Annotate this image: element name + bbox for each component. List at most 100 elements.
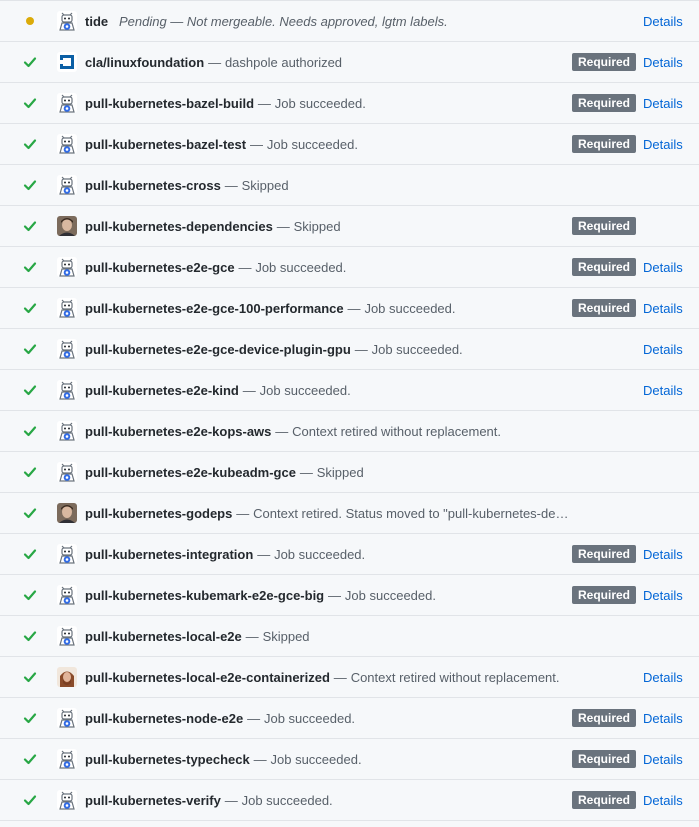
bot-avatar[interactable] bbox=[57, 544, 77, 564]
check-context-name: pull-kubernetes-e2e-kops-aws bbox=[85, 424, 272, 439]
bot-avatar[interactable] bbox=[57, 421, 77, 441]
details-link[interactable]: Details bbox=[643, 95, 683, 113]
check-separator: — bbox=[249, 137, 263, 152]
check-row-pull-kubernetes-dependencies: pull-kubernetes-dependencies — Skipped Requ… bbox=[0, 206, 699, 247]
check-text: pull-kubernetes-e2e-kubeadm-gce — Skipped bbox=[85, 464, 685, 482]
check-separator: — bbox=[238, 260, 252, 275]
check-description: Job succeeded. bbox=[266, 137, 358, 152]
check-context-name: pull-kubernetes-godeps bbox=[85, 506, 233, 521]
check-row-pull-kubernetes-e2e-kind: pull-kubernetes-e2e-kind — Job succeeded. D… bbox=[0, 370, 699, 411]
details-link[interactable]: Details bbox=[643, 54, 683, 72]
check-context-name: pull-kubernetes-e2e-gce bbox=[85, 260, 235, 275]
details-link[interactable]: Details bbox=[643, 587, 683, 605]
required-badge: Required bbox=[572, 709, 637, 727]
check-text: pull-kubernetes-e2e-kind — Job succeeded. bbox=[85, 382, 635, 400]
check-context-name: pull-kubernetes-node-e2e bbox=[85, 711, 244, 726]
check-separator: — bbox=[224, 793, 238, 808]
check-separator: — bbox=[333, 670, 347, 685]
details-link[interactable]: Details bbox=[643, 259, 683, 277]
check-icon bbox=[22, 710, 38, 726]
required-badge: Required bbox=[572, 258, 637, 276]
check-context-name: pull-kubernetes-verify bbox=[85, 793, 221, 808]
check-description: dashpole authorized bbox=[224, 55, 343, 70]
bot-avatar[interactable] bbox=[57, 790, 77, 810]
check-text: pull-kubernetes-e2e-kops-aws — Context ret… bbox=[85, 423, 685, 441]
details-link[interactable]: Details bbox=[643, 751, 683, 769]
details-link[interactable]: Details bbox=[643, 792, 683, 810]
check-context-name: tide bbox=[85, 14, 109, 29]
bot-avatar[interactable] bbox=[57, 134, 77, 154]
check-context-name: pull-kubernetes-e2e-kubeadm-gce bbox=[85, 465, 296, 480]
bot-avatar[interactable] bbox=[57, 93, 77, 113]
check-row-cla-linuxfoundation: cla/linuxfoundation — dashpole authorized R… bbox=[0, 42, 699, 83]
bot-avatar[interactable] bbox=[57, 175, 77, 195]
bot-avatar[interactable] bbox=[57, 339, 77, 359]
details-link[interactable]: Details bbox=[643, 341, 683, 359]
check-separator: — bbox=[275, 424, 289, 439]
bot-avatar[interactable] bbox=[57, 626, 77, 646]
required-badge: Required bbox=[572, 135, 637, 153]
check-text: pull-kubernetes-godeps — Context retired. … bbox=[85, 505, 685, 523]
check-text: cla/linuxfoundation — dashpole authorized bbox=[85, 54, 565, 72]
check-separator: — bbox=[276, 219, 290, 234]
check-row-pull-kubernetes-typecheck: pull-kubernetes-typecheck — Job succeeded.… bbox=[0, 739, 699, 780]
user-avatar[interactable] bbox=[57, 216, 77, 236]
check-icon bbox=[22, 628, 38, 644]
check-row-pull-kubernetes-local-e2e-containerized: pull-kubernetes-local-e2e-containerized —… bbox=[0, 657, 699, 698]
check-description: Skipped bbox=[241, 178, 289, 193]
details-link[interactable]: Details bbox=[643, 546, 683, 564]
check-description: Job succeeded. bbox=[274, 96, 366, 111]
bot-avatar[interactable] bbox=[57, 380, 77, 400]
check-icon bbox=[22, 54, 38, 70]
bot-avatar[interactable] bbox=[57, 11, 77, 31]
check-icon bbox=[22, 177, 38, 193]
required-badge: Required bbox=[572, 750, 637, 768]
details-link[interactable]: Details bbox=[643, 300, 683, 318]
check-icon bbox=[22, 382, 38, 398]
check-row-pull-kubernetes-e2e-gce-device-plugin-gpu: pull-kubernetes-e2e-gce-device-plugin-gp… bbox=[0, 329, 699, 370]
check-description: Job succeeded. bbox=[364, 301, 456, 316]
check-text: pull-kubernetes-integration — Job succeede… bbox=[85, 546, 565, 564]
required-badge: Required bbox=[572, 217, 637, 235]
bot-avatar[interactable] bbox=[57, 257, 77, 277]
check-context-name: pull-kubernetes-cross bbox=[85, 178, 221, 193]
check-separator: — bbox=[354, 342, 368, 357]
details-link[interactable]: Details bbox=[643, 382, 683, 400]
check-text: pull-kubernetes-local-e2e — Skipped bbox=[85, 628, 685, 646]
check-text: pull-kubernetes-e2e-gce-100-performance —… bbox=[85, 300, 565, 318]
bot-avatar[interactable] bbox=[57, 462, 77, 482]
required-badge: Required bbox=[572, 53, 637, 71]
check-context-name: pull-kubernetes-e2e-gce-100-performance bbox=[85, 301, 344, 316]
check-separator: — bbox=[328, 588, 342, 603]
check-text: pull-kubernetes-e2e-gce-device-plugin-gp… bbox=[85, 341, 635, 359]
user-avatar[interactable] bbox=[57, 667, 77, 687]
check-row-pull-kubernetes-bazel-test: pull-kubernetes-bazel-test — Job succeeded… bbox=[0, 124, 699, 165]
details-link[interactable]: Details bbox=[643, 13, 683, 31]
check-description: Job succeeded. bbox=[263, 711, 356, 726]
check-row-pull-kubernetes-e2e-kubeadm-gce: pull-kubernetes-e2e-kubeadm-gce — Skipped bbox=[0, 452, 699, 493]
check-separator: — bbox=[347, 301, 361, 316]
check-description: Job succeeded. bbox=[371, 342, 463, 357]
check-context-name: pull-kubernetes-local-e2e-containerized bbox=[85, 670, 330, 685]
details-link[interactable]: Details bbox=[643, 669, 683, 687]
check-text: pull-kubernetes-dependencies — Skipped bbox=[85, 218, 565, 236]
details-link[interactable]: Details bbox=[643, 136, 683, 154]
user-avatar[interactable] bbox=[57, 503, 77, 523]
check-description: Skipped bbox=[316, 465, 364, 480]
check-context-name: pull-kubernetes-local-e2e bbox=[85, 629, 242, 644]
check-description: Job succeeded. bbox=[255, 260, 347, 275]
check-row-pull-kubernetes-bazel-build: pull-kubernetes-bazel-build — Job succeede… bbox=[0, 83, 699, 124]
check-description: Job succeeded. bbox=[270, 752, 362, 767]
bot-avatar[interactable] bbox=[57, 585, 77, 605]
check-row-pull-kubernetes-godeps: pull-kubernetes-godeps — Context retired. … bbox=[0, 493, 699, 534]
required-badge: Required bbox=[572, 586, 637, 604]
check-icon bbox=[22, 546, 38, 562]
details-link[interactable]: Details bbox=[643, 710, 683, 728]
bot-avatar[interactable] bbox=[57, 749, 77, 769]
bot-avatar[interactable] bbox=[57, 708, 77, 728]
check-context-name: pull-kubernetes-kubemark-e2e-gce-big bbox=[85, 588, 325, 603]
bot-avatar[interactable] bbox=[57, 298, 77, 318]
linuxfoundation-logo[interactable] bbox=[57, 52, 77, 72]
check-row-tide: tide Pending — Not mergeable. Needs appr… bbox=[0, 1, 699, 42]
required-badge: Required bbox=[572, 545, 637, 563]
